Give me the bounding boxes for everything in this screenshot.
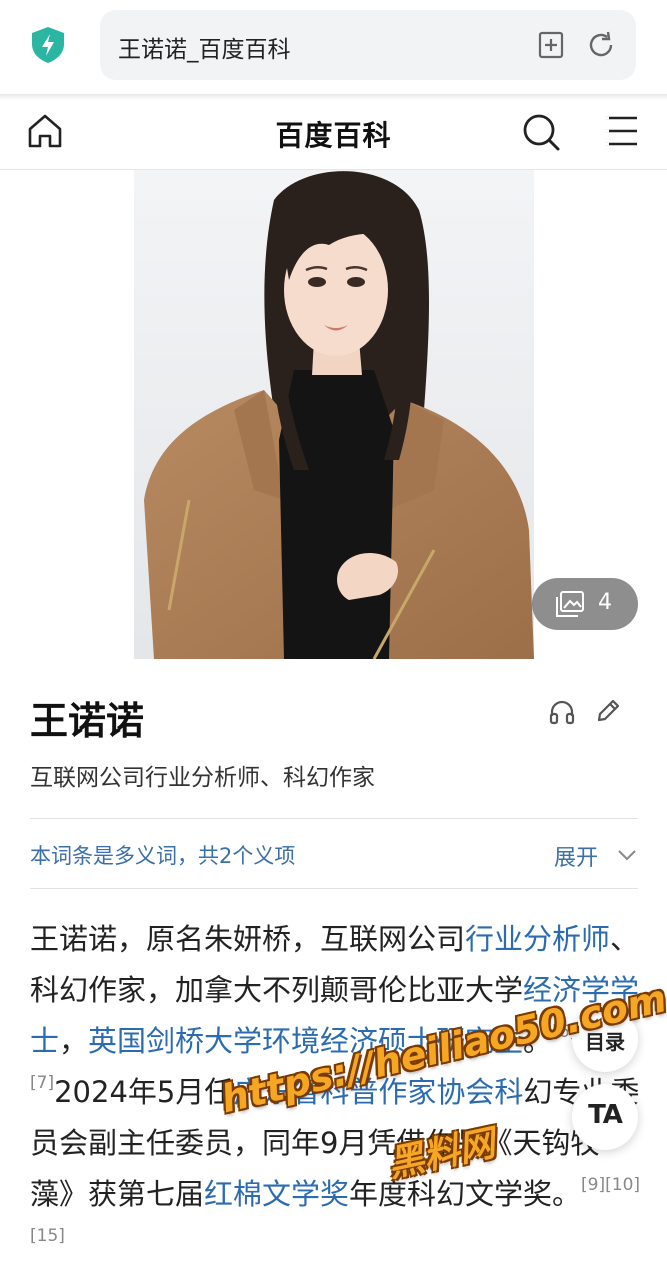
font-size-button[interactable]: TA [572, 1084, 638, 1150]
gallery-badge[interactable]: 4 [532, 578, 638, 630]
search-icon[interactable] [521, 112, 561, 152]
expand-button[interactable]: 展开 [554, 840, 598, 872]
browser-address-area: 王诺诺_百度百科 [0, 0, 667, 96]
link-red-cotton-award[interactable]: 红棉文学奖 [204, 1177, 349, 1211]
divider [30, 888, 638, 889]
edit-pencil-icon[interactable] [595, 698, 621, 724]
summary-text: 年度科幻文学奖。 [349, 1177, 582, 1211]
site-header: 百度百科 [0, 100, 667, 170]
add-bookmark-icon[interactable] [536, 30, 566, 60]
address-bar[interactable]: 王诺诺_百度百科 [100, 10, 636, 80]
lemma-portrait-photo[interactable] [134, 170, 534, 659]
lemma-title: 王诺诺 [30, 699, 145, 743]
gallery-icon [556, 591, 584, 617]
gallery-count: 4 [598, 590, 612, 615]
security-shield-icon[interactable] [30, 26, 66, 64]
font-size-label: TA [588, 1100, 623, 1130]
site-title[interactable]: 百度百科 [0, 114, 667, 154]
divider [30, 818, 638, 819]
summary-text: 王诺诺，原名朱妍桥，互联网公司 [30, 922, 466, 956]
chevron-down-icon[interactable] [616, 846, 638, 864]
polysemy-note[interactable]: 本词条是多义词，共2个义项 [30, 840, 295, 870]
headphones-icon[interactable] [548, 698, 576, 726]
summary-text: 2024年5月任 [54, 1075, 234, 1109]
link-industry-analyst[interactable]: 行业分析师 [465, 922, 610, 956]
lemma-description: 互联网公司行业分析师、科幻作家 [30, 765, 375, 791]
page-title-in-address-bar[interactable]: 王诺诺_百度百科 [118, 30, 291, 64]
portrait-illustration [134, 170, 534, 659]
menu-icon[interactable] [603, 114, 639, 148]
reload-icon[interactable] [586, 30, 616, 60]
summary-text: ， [59, 1024, 89, 1058]
